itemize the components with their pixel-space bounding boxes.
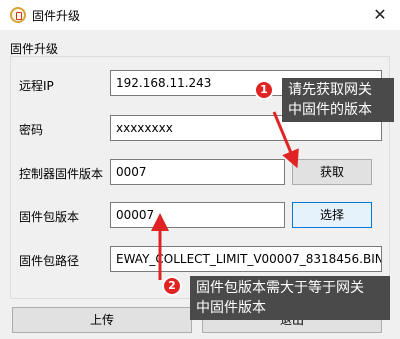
callout-1-line1: 请先获取网关 [288, 82, 372, 98]
callout-1: 请先获取网关 中固件的版本 [282, 78, 394, 122]
callout-2-line1: 固件包版本需大于等于网关 [196, 280, 364, 296]
callout-2-line2: 中固件版本 [196, 300, 266, 316]
callout-2: 固件包版本需大于等于网关 中固件版本 [190, 276, 390, 320]
callout-1-badge: 1 [254, 80, 274, 100]
callout-1-line2: 中固件的版本 [288, 102, 372, 118]
callout-2-badge: 2 [162, 276, 182, 296]
